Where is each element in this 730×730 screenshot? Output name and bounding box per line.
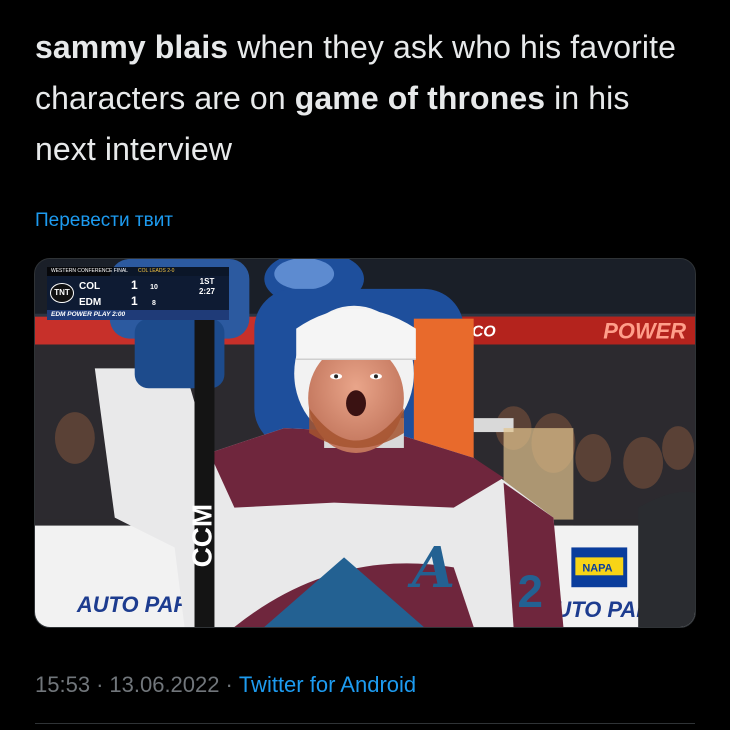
stick-brand: CCM bbox=[186, 504, 217, 567]
score-col: 1 bbox=[131, 278, 138, 292]
tweet-media-image[interactable]: ATCO POWER AUTO PAR NAPA UTO PAR A 2 CCM… bbox=[34, 258, 696, 628]
scorebug: WESTERN CONFERENCE FINAL COL LEADS 2-0 TN… bbox=[47, 267, 229, 320]
tweet-text-bold-2: game of thrones bbox=[294, 80, 546, 116]
tweet-source-link[interactable]: Twitter for Android bbox=[239, 672, 416, 697]
scorebug-header: WESTERN CONFERENCE FINAL COL LEADS 2-0 bbox=[47, 267, 229, 276]
tweet-time[interactable]: 15:53 bbox=[35, 672, 90, 697]
divider bbox=[35, 723, 695, 724]
meta-separator: · bbox=[96, 672, 104, 697]
tweet-date[interactable]: 13.06.2022 bbox=[109, 672, 219, 697]
game-clock: 1ST 2:27 bbox=[187, 277, 227, 297]
tnt-logo: TNT bbox=[50, 283, 74, 303]
power-sign: POWER bbox=[603, 319, 686, 344]
jersey-letter: A bbox=[407, 536, 455, 601]
translate-tweet-link[interactable]: Перевести твит bbox=[35, 210, 173, 232]
score-edm: 1 bbox=[131, 294, 138, 308]
scorebug-series: COL LEADS 2-0 bbox=[137, 268, 175, 274]
power-play-banner: EDM POWER PLAY 2:00 bbox=[47, 310, 229, 320]
tweet-meta: 15:53 · 13.06.2022 · Twitter for Android bbox=[35, 672, 416, 698]
meta-separator: · bbox=[225, 672, 233, 697]
period: 1ST bbox=[199, 277, 215, 286]
auto-parts-left: AUTO PAR bbox=[76, 592, 190, 617]
tweet-text: sammy blais when they ask who his favori… bbox=[35, 22, 695, 175]
auto-parts-right: UTO PAR bbox=[555, 597, 652, 622]
team-edm: EDM bbox=[79, 297, 102, 308]
scorebug-round: WESTERN CONFERENCE FINAL bbox=[51, 268, 128, 274]
scorebug-row-edm: EDM 1 8 bbox=[79, 293, 163, 309]
scorebug-row-col: COL 1 10 bbox=[79, 277, 163, 293]
hockey-stick bbox=[194, 308, 215, 627]
jersey-number: 2 bbox=[518, 566, 544, 617]
scorebug-main: TNT COL 1 10 EDM 1 8 1ST 2:27 bbox=[47, 276, 229, 310]
clock: 2:27 bbox=[198, 287, 215, 296]
napa-sign: NAPA bbox=[582, 562, 612, 574]
tweet-text-bold-1: sammy blais bbox=[35, 29, 229, 65]
